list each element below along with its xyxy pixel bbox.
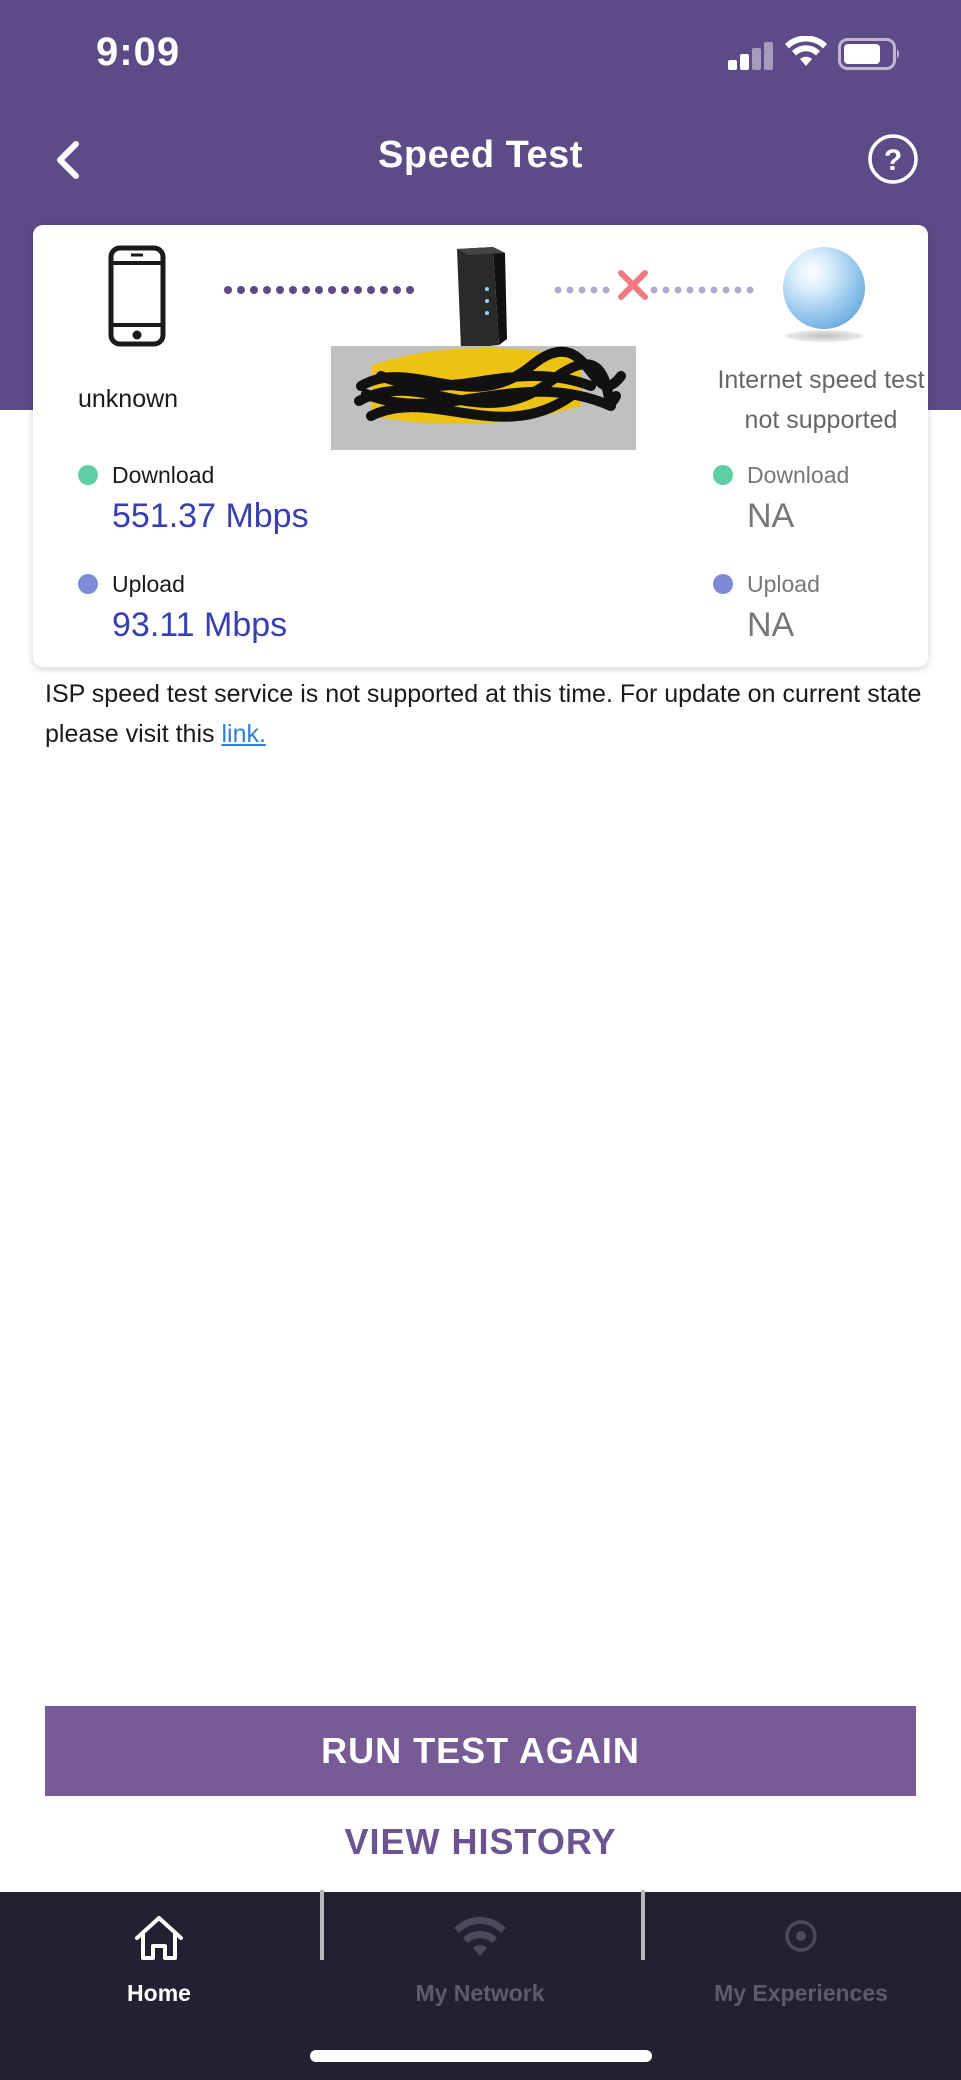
nav-home-label: Home xyxy=(127,1980,191,2006)
home-indicator xyxy=(310,2050,652,2062)
navigation-bar: Speed Test ? xyxy=(0,120,961,200)
nav-my-experiences[interactable]: My Experiences xyxy=(661,1912,941,2012)
local-upload-dot xyxy=(78,574,98,594)
internet-upload-label: Upload xyxy=(747,571,820,597)
globe-shadow xyxy=(785,330,863,342)
wifi-status-icon xyxy=(785,36,827,66)
speed-test-card: unknown Internet speed test not supporte… xyxy=(33,225,928,667)
internet-connection-line xyxy=(554,286,754,294)
help-button[interactable]: ? xyxy=(866,132,920,186)
nav-divider xyxy=(641,1890,645,1960)
svg-text:?: ? xyxy=(884,144,902,177)
status-time: 9:09 xyxy=(96,30,181,74)
router-icon xyxy=(457,247,507,349)
nav-divider xyxy=(320,1890,324,1960)
local-download-dot xyxy=(78,465,98,485)
internet-download-label: Download xyxy=(747,462,850,488)
x-icon xyxy=(618,270,648,300)
globe-icon xyxy=(783,247,865,329)
nav-home[interactable]: Home xyxy=(19,1912,299,2012)
local-upload-label: Upload xyxy=(112,571,185,597)
internet-status-line1: Internet speed test xyxy=(717,366,925,394)
nav-my-experiences-label: My Experiences xyxy=(714,1980,888,2006)
wifi-icon xyxy=(454,1916,506,1956)
redacted-router-name xyxy=(331,346,636,450)
cellular-signal-icon xyxy=(728,40,774,70)
internet-download-dot xyxy=(713,465,733,485)
home-icon xyxy=(135,1916,183,1960)
internet-status-line2: not supported xyxy=(744,406,898,434)
target-icon xyxy=(785,1920,817,1952)
local-download-value: 551.37 Mbps xyxy=(112,497,309,535)
run-test-again-button[interactable]: RUN TEST AGAIN xyxy=(45,1706,916,1796)
internet-download-value: NA xyxy=(747,497,795,535)
local-upload-value: 93.11 Mbps xyxy=(112,606,288,644)
nav-my-network-label: My Network xyxy=(415,1980,545,2006)
nav-my-network[interactable]: My Network xyxy=(340,1912,620,2012)
local-download-label: Download xyxy=(112,462,215,488)
battery-icon xyxy=(838,38,899,70)
smartphone-icon xyxy=(108,245,166,347)
local-connection-line xyxy=(224,286,414,294)
isp-info-link[interactable]: link. xyxy=(221,720,265,748)
internet-upload-value: NA xyxy=(747,606,795,644)
page-title: Speed Test xyxy=(378,134,583,176)
isp-info-text: ISP speed test service is not supported … xyxy=(45,680,922,748)
status-bar: 9:09 xyxy=(0,0,961,110)
view-history-button[interactable]: VIEW HISTORY xyxy=(0,1812,961,1872)
internet-upload-dot xyxy=(713,574,733,594)
isp-info-message: ISP speed test service is not supported … xyxy=(45,674,925,754)
device-label: unknown xyxy=(78,385,179,413)
internet-status-label: Internet speed test not supported xyxy=(661,360,961,440)
